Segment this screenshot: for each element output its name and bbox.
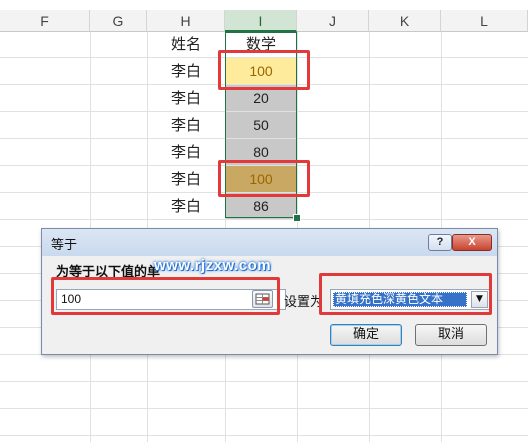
set-as-label: 设置为 [284, 295, 324, 310]
score-cell[interactable]: 50 [226, 112, 296, 138]
score-cell[interactable]: 20 [226, 85, 296, 111]
column-header-l[interactable]: L [441, 10, 528, 32]
close-icon: X [468, 236, 476, 248]
chevron-down-icon[interactable]: ▼ [471, 291, 488, 308]
close-button[interactable]: X [452, 234, 492, 251]
column-header-j[interactable]: J [297, 10, 369, 32]
name-cell[interactable]: 李白 [147, 166, 225, 192]
name-cell[interactable]: 李白 [147, 112, 225, 138]
watermark-text: www.rjzxw.com [154, 257, 272, 274]
grid-line [0, 219, 528, 220]
column-header-i[interactable]: I [225, 10, 297, 32]
fill-handle[interactable] [293, 214, 301, 222]
score-cell[interactable]: 86 [226, 193, 296, 219]
score-header-cell[interactable]: 数学 [225, 31, 297, 57]
dialog-titlebar[interactable]: 等于 ? X [42, 229, 497, 256]
cancel-button[interactable]: 取消 [415, 324, 487, 346]
score-cell[interactable]: 100 [226, 166, 296, 192]
dialog-instruction-label: 为等于以下值的单 [56, 265, 161, 280]
grid-line [0, 381, 528, 382]
score-cell[interactable]: 80 [226, 139, 296, 165]
range-select-button[interactable] [252, 290, 273, 308]
format-select-value: 黄填充色深黄色文本 [333, 292, 467, 307]
name-cell[interactable]: 李白 [147, 193, 225, 219]
equal-to-dialog: 等于 ? X 为等于以下值的单 www.rjzxw.com 100 设置为 黄填… [41, 228, 498, 355]
column-header-g[interactable]: G [90, 10, 147, 32]
score-cell[interactable]: 100 [226, 58, 296, 84]
format-select[interactable]: 黄填充色深黄色文本 ▼ [330, 289, 490, 310]
name-header-cell[interactable]: 姓名 [147, 31, 225, 57]
name-cell[interactable]: 李白 [147, 85, 225, 111]
dialog-body: 为等于以下值的单 www.rjzxw.com 100 设置为 黄填充色深黄色文本… [43, 256, 496, 354]
column-header-h[interactable]: H [147, 10, 225, 32]
ok-button[interactable]: 确定 [330, 324, 402, 346]
grid-line [0, 435, 528, 436]
grid-line [0, 408, 528, 409]
dialog-title: 等于 [51, 238, 78, 253]
name-cell[interactable]: 李白 [147, 58, 225, 84]
name-cell[interactable]: 李白 [147, 139, 225, 165]
column-header-k[interactable]: K [369, 10, 441, 32]
help-button[interactable]: ? [428, 234, 452, 251]
spreadsheet: F G H I J K L 姓名 数学 李白 100 李白 20 李白 50 李… [0, 0, 528, 442]
range-select-icon [255, 293, 270, 305]
column-header-f[interactable]: F [0, 10, 90, 32]
